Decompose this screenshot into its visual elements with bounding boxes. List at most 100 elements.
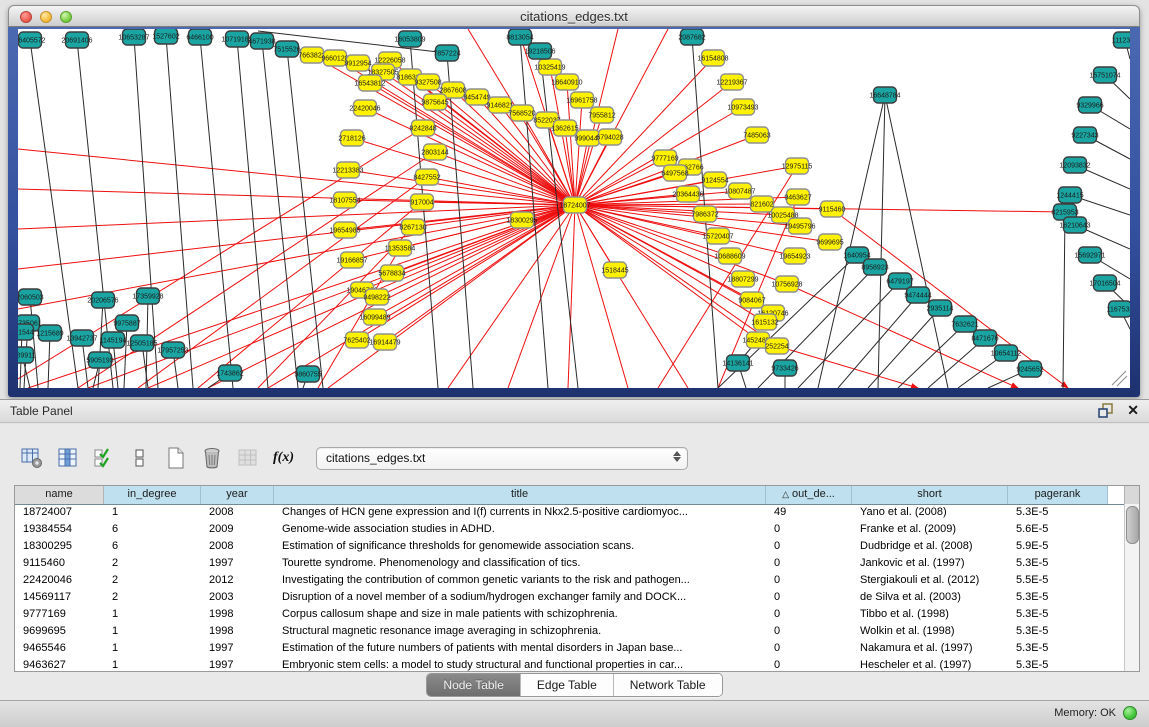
tab-network-table[interactable]: Network Table (614, 674, 722, 696)
table-row[interactable]: 2242004622012Investigating the contribut… (15, 572, 1124, 589)
table-row[interactable]: 946554611997Estimation of the future num… (15, 640, 1124, 657)
cell-in_degree[interactable]: 1 (104, 623, 201, 640)
close-panel-icon[interactable]: ✕ (1127, 403, 1139, 418)
cell-year[interactable]: 2012 (201, 572, 274, 589)
cell-name[interactable]: 19384554 (15, 521, 104, 538)
cell-title[interactable]: Changes of HCN gene expression and I(f) … (274, 504, 766, 521)
cell-pagerank[interactable]: 5.3E-5 (1008, 589, 1108, 606)
column-header-pagerank[interactable]: pagerank (1008, 486, 1108, 504)
cell-out_de[interactable]: 0 (766, 538, 852, 555)
network-canvas[interactable]: 1872400776638229660128991295412226058183… (18, 29, 1130, 388)
column-visibility-icon[interactable] (54, 445, 81, 472)
cell-short[interactable]: Wolkin et al. (1998) (852, 623, 1008, 640)
cell-title[interactable]: Disruption of a novel member of a sodium… (274, 589, 766, 606)
tab-node-table[interactable]: Node Table (427, 674, 521, 696)
cell-name[interactable]: 9115460 (15, 555, 104, 572)
cell-year[interactable]: 1998 (201, 623, 274, 640)
resize-grip-icon[interactable] (1112, 371, 1127, 386)
cell-in_degree[interactable]: 1 (104, 640, 201, 657)
cell-year[interactable]: 1997 (201, 657, 274, 671)
cell-name[interactable]: 9465546 (15, 640, 104, 657)
cell-name[interactable]: 14569117 (15, 589, 104, 606)
float-panel-icon[interactable] (1098, 403, 1113, 418)
cell-in_degree[interactable]: 1 (104, 504, 201, 521)
cell-year[interactable]: 2008 (201, 504, 274, 521)
cell-pagerank[interactable]: 5.5E-5 (1008, 572, 1108, 589)
column-header-out_de[interactable]: △out_de... (766, 486, 852, 504)
cell-pagerank[interactable]: 5.6E-5 (1008, 521, 1108, 538)
row-height-icon[interactable] (126, 445, 153, 472)
cell-year[interactable]: 2008 (201, 538, 274, 555)
table-row[interactable]: 1872400712008Changes of HCN gene express… (15, 504, 1124, 521)
cell-short[interactable]: de Silva et al. (2003) (852, 589, 1008, 606)
cell-out_de[interactable]: 0 (766, 657, 852, 671)
network-view-window[interactable]: citations_edges.txt 18724007766382296601… (8, 5, 1140, 397)
column-header-in_degree[interactable]: in_degree (104, 486, 201, 504)
cell-out_de[interactable]: 0 (766, 640, 852, 657)
cell-in_degree[interactable]: 2 (104, 572, 201, 589)
cell-title[interactable]: Genome-wide association studies in ADHD. (274, 521, 766, 538)
cell-name[interactable]: 9463627 (15, 657, 104, 671)
function-builder-icon[interactable]: f(x) (270, 445, 297, 472)
cell-title[interactable]: Corpus callosum shape and size in male p… (274, 606, 766, 623)
cell-title[interactable]: Estimation of the future numbers of pati… (274, 640, 766, 657)
cell-pagerank[interactable]: 5.3E-5 (1008, 640, 1108, 657)
cell-pagerank[interactable]: 5.3E-5 (1008, 657, 1108, 671)
table-select-dropdown[interactable]: citations_edges.txt (316, 447, 688, 470)
cell-title[interactable]: Investigating the contribution of common… (274, 572, 766, 589)
table-row[interactable]: 1830029562008Estimation of significance … (15, 538, 1124, 555)
cell-pagerank[interactable]: 5.3E-5 (1008, 555, 1108, 572)
cell-short[interactable]: Yano et al. (2008) (852, 504, 1008, 521)
cell-out_de[interactable]: 0 (766, 623, 852, 640)
cell-in_degree[interactable]: 2 (104, 555, 201, 572)
table-row[interactable]: 946362711997Embryonic stem cells: a mode… (15, 657, 1124, 671)
cell-short[interactable]: Franke et al. (2009) (852, 521, 1008, 538)
cell-short[interactable]: Dudbridge et al. (2008) (852, 538, 1008, 555)
delete-column-icon[interactable] (198, 445, 225, 472)
cell-in_degree[interactable]: 6 (104, 521, 201, 538)
scrollbar-thumb[interactable] (1126, 506, 1139, 544)
select-rows-icon[interactable] (90, 445, 117, 472)
cell-short[interactable]: Tibbo et al. (1998) (852, 606, 1008, 623)
network-graph[interactable]: 1872400776638229660128991295412226058183… (18, 29, 1130, 388)
cell-year[interactable]: 2009 (201, 521, 274, 538)
cell-out_de[interactable]: 49 (766, 504, 852, 521)
table-row[interactable]: 969969511998Structural magnetic resonanc… (15, 623, 1124, 640)
tab-edge-table[interactable]: Edge Table (521, 674, 614, 696)
cell-year[interactable]: 2003 (201, 589, 274, 606)
cell-in_degree[interactable]: 2 (104, 589, 201, 606)
cell-title[interactable]: Structural magnetic resonance image aver… (274, 623, 766, 640)
column-header-year[interactable]: year (201, 486, 274, 504)
cell-title[interactable]: Embryonic stem cells: a model to study s… (274, 657, 766, 671)
cell-name[interactable]: 18300295 (15, 538, 104, 555)
create-column-icon[interactable] (162, 445, 189, 472)
cell-year[interactable]: 1997 (201, 640, 274, 657)
cell-in_degree[interactable]: 1 (104, 657, 201, 671)
column-header-name[interactable]: name (15, 486, 104, 504)
cell-pagerank[interactable]: 5.3E-5 (1008, 504, 1108, 521)
cell-pagerank[interactable]: 5.9E-5 (1008, 538, 1108, 555)
vertical-scrollbar[interactable] (1124, 504, 1139, 671)
column-header-title[interactable]: title (274, 486, 766, 504)
table-row[interactable]: 1456911722003Disruption of a novel membe… (15, 589, 1124, 606)
cell-short[interactable]: Stergiakouli et al. (2012) (852, 572, 1008, 589)
cell-pagerank[interactable]: 5.3E-5 (1008, 606, 1108, 623)
table-row[interactable]: 911546021997Tourette syndrome. Phenomeno… (15, 555, 1124, 572)
table-settings-icon[interactable] (18, 445, 45, 472)
cell-title[interactable]: Estimation of significance thresholds fo… (274, 538, 766, 555)
cell-out_de[interactable]: 0 (766, 572, 852, 589)
cell-in_degree[interactable]: 6 (104, 538, 201, 555)
cell-out_de[interactable]: 0 (766, 606, 852, 623)
table-row[interactable]: 1938455462009Genome-wide association stu… (15, 521, 1124, 538)
window-titlebar[interactable]: citations_edges.txt (8, 5, 1140, 27)
cell-short[interactable]: Hescheler et al. (1997) (852, 657, 1008, 671)
delete-table-icon[interactable] (234, 445, 261, 472)
cell-year[interactable]: 1997 (201, 555, 274, 572)
cell-year[interactable]: 1998 (201, 606, 274, 623)
cell-short[interactable]: Nakamura et al. (1997) (852, 640, 1008, 657)
cell-name[interactable]: 9699695 (15, 623, 104, 640)
cell-name[interactable]: 22420046 (15, 572, 104, 589)
cell-pagerank[interactable]: 5.3E-5 (1008, 623, 1108, 640)
cell-short[interactable]: Jankovic et al. (1997) (852, 555, 1008, 572)
cell-title[interactable]: Tourette syndrome. Phenomenology and cla… (274, 555, 766, 572)
